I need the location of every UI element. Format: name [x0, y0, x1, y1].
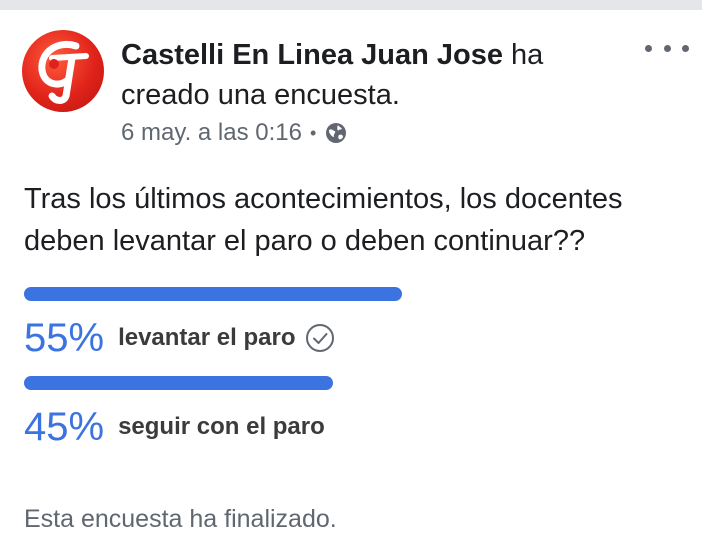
option-1-label: levantar el paro [118, 324, 296, 351]
author-name[interactable]: Castelli En Linea Juan Jose [121, 39, 503, 71]
post-timestamp[interactable]: 6 may. a las 0:16 [121, 117, 302, 149]
globe-icon[interactable] [324, 121, 348, 145]
poll-option-1[interactable]: 55% levantar el paro [24, 314, 335, 362]
post-header: Castelli En Linea Juan Jose ha creado un… [121, 35, 621, 115]
page-logo-icon [38, 41, 89, 104]
more-options-button[interactable] [645, 38, 689, 58]
more-options-icon [645, 44, 652, 52]
option-2-percent: 45% [24, 405, 105, 449]
poll-question: Tras los últimos acontecimientos, los do… [24, 183, 623, 257]
option-2-bar-fill [24, 376, 333, 390]
check-circle-icon [306, 324, 335, 352]
poll-option-2[interactable]: 45% seguir con el paro [24, 403, 325, 451]
avatar[interactable] [22, 30, 104, 112]
top-divider [0, 0, 702, 10]
option-2-label: seguir con el paro [118, 413, 325, 440]
post-meta: 6 may. a las 0:16 • [121, 117, 348, 149]
option-1-percent: 55% [24, 316, 105, 360]
option-2-bar [24, 376, 402, 390]
meta-separator: • [309, 123, 317, 143]
poll-status: Esta encuesta ha finalizado. [24, 505, 337, 533]
option-1-bar [24, 287, 402, 301]
option-1-bar-fill [24, 287, 402, 301]
